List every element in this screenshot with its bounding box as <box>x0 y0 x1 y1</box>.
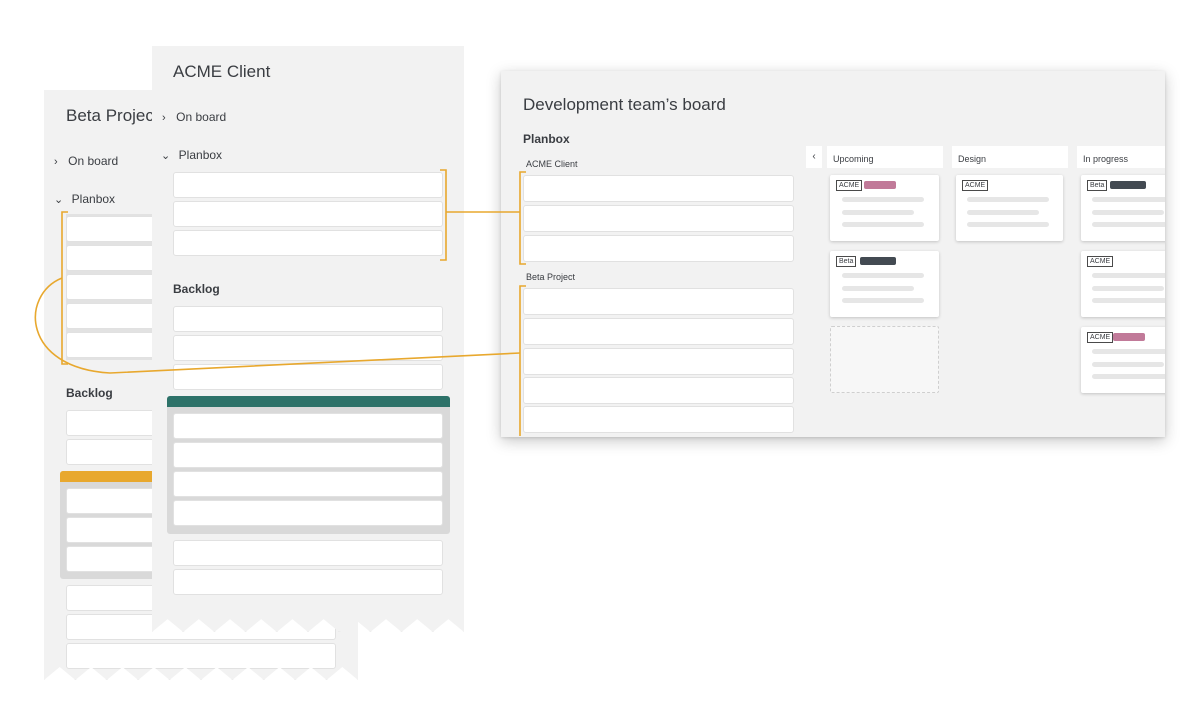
column-upcoming[interactable]: Upcoming <box>827 146 943 168</box>
acme-backlog-label: Backlog <box>173 282 220 296</box>
acme-group-slot[interactable] <box>173 471 443 497</box>
card-label-pill <box>1113 333 1145 341</box>
card-label-pill <box>864 181 896 189</box>
acme-group-slot[interactable] <box>173 413 443 439</box>
board-planbox-label: Planbox <box>523 132 570 146</box>
card-text-line <box>842 222 924 227</box>
beta-panel-title: Beta Project <box>66 106 159 125</box>
card-text-line <box>1092 374 1165 379</box>
beta-planbox-row[interactable]: ⌄ Planbox <box>54 190 115 208</box>
card[interactable]: Beta <box>1081 175 1165 241</box>
card-tag: ACME <box>1087 256 1114 267</box>
card-tag: ACME <box>962 180 989 191</box>
beta-backlog-label: Backlog <box>66 386 113 400</box>
collapse-planbox-button[interactable]: ‹ <box>806 146 822 168</box>
card[interactable]: Beta <box>830 251 939 317</box>
acme-planbox-row[interactable]: ⌄ Planbox <box>161 146 222 164</box>
card-text-line <box>842 197 924 202</box>
board-acme-slot[interactable] <box>523 205 794 232</box>
acme-group-bar <box>167 396 450 407</box>
acme-backlog-slot[interactable] <box>173 306 443 332</box>
card[interactable]: ACME <box>830 175 939 241</box>
board-beta-slot[interactable] <box>523 318 794 345</box>
card-text-line <box>1092 362 1164 367</box>
acme-backlog-slot[interactable] <box>173 364 443 390</box>
card-text-line <box>1092 210 1164 215</box>
card-text-line <box>967 210 1039 215</box>
card-text-line <box>1092 273 1165 278</box>
acme-planbox-slot[interactable] <box>173 201 443 227</box>
card-text-line <box>1092 298 1165 303</box>
card-label-pill <box>1110 181 1146 189</box>
card-text-line <box>1092 286 1164 291</box>
board-beta-slot[interactable] <box>523 288 794 315</box>
card[interactable]: ACME <box>1081 251 1165 317</box>
card-drop-placeholder[interactable] <box>830 326 939 393</box>
card-text-line <box>1092 349 1165 354</box>
development-board-panel: Development team’s board Planbox ACME Cl… <box>501 71 1165 437</box>
card-tag: ACME <box>1087 332 1114 343</box>
board-beta-slot[interactable] <box>523 406 794 433</box>
card-text-line <box>842 286 914 291</box>
board-source-beta: Beta Project <box>526 272 576 282</box>
acme-client-panel: ACME Client › On board ⌄ Planbox Backlog <box>152 46 464 632</box>
board-acme-slot[interactable] <box>523 235 794 262</box>
beta-on-board-row[interactable]: › On board <box>54 152 118 170</box>
card[interactable]: ACME <box>956 175 1063 241</box>
board-source-acme: ACME Client <box>526 159 578 169</box>
card-tag: ACME <box>836 180 863 191</box>
acme-on-board-label: On board <box>176 110 227 124</box>
chevron-down-icon: ⌄ <box>54 194 64 206</box>
card-text-line <box>967 222 1049 227</box>
board-acme-slot[interactable] <box>523 175 794 202</box>
acme-panel-title: ACME Client <box>173 62 271 81</box>
card-tag: Beta <box>836 256 857 267</box>
beta-backlog-slot[interactable] <box>66 643 336 669</box>
beta-on-board-label: On board <box>68 154 119 168</box>
acme-backlog-slot[interactable] <box>173 569 443 595</box>
chevron-right-icon: › <box>162 112 166 124</box>
card[interactable]: ACME <box>1081 327 1165 393</box>
beta-planbox-label: Planbox <box>71 192 116 206</box>
card-text-line <box>1092 197 1165 202</box>
chevron-right-icon: › <box>54 156 58 168</box>
acme-planbox-slot[interactable] <box>173 172 443 198</box>
card-label-pill <box>860 257 896 265</box>
column-in-progress[interactable]: In progress <box>1077 146 1165 168</box>
card-text-line <box>842 298 924 303</box>
chevron-left-icon: ‹ <box>812 151 816 162</box>
acme-group-slot[interactable] <box>173 500 443 526</box>
acme-backlog-slot[interactable] <box>173 540 443 566</box>
acme-planbox-slot[interactable] <box>173 230 443 256</box>
card-tag: Beta <box>1087 180 1108 191</box>
card-text-line <box>842 273 924 278</box>
acme-on-board-row[interactable]: › On board <box>162 108 226 126</box>
column-design[interactable]: Design <box>952 146 1068 168</box>
card-text-line <box>1092 222 1165 227</box>
board-beta-slot[interactable] <box>523 377 794 404</box>
card-text-line <box>842 210 914 215</box>
acme-planbox-label: Planbox <box>178 148 223 162</box>
board-title: Development team’s board <box>523 95 726 114</box>
acme-group-slot[interactable] <box>173 442 443 468</box>
acme-backlog-slot[interactable] <box>173 335 443 361</box>
board-beta-slot[interactable] <box>523 348 794 375</box>
chevron-down-icon: ⌄ <box>161 150 171 162</box>
card-text-line <box>967 197 1049 202</box>
